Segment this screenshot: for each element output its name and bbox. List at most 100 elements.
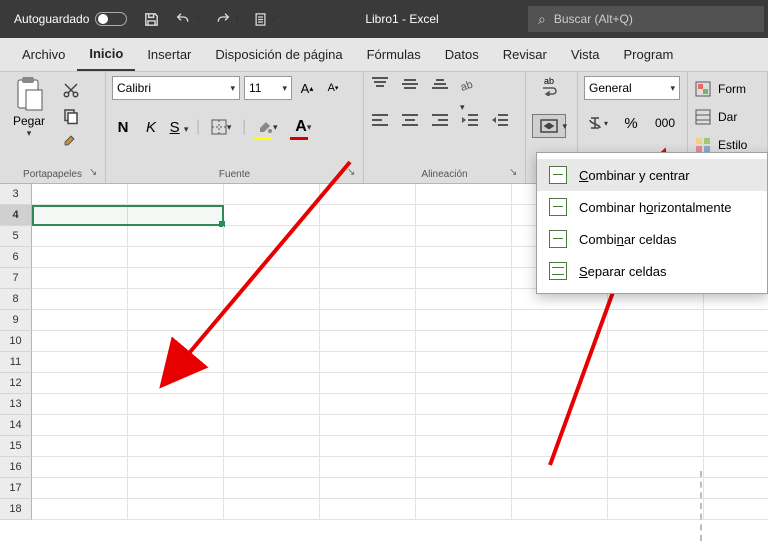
align-bottom-icon[interactable] <box>430 76 454 96</box>
cell[interactable] <box>320 289 416 310</box>
cell[interactable] <box>224 352 320 373</box>
cell[interactable] <box>704 436 768 457</box>
cell[interactable] <box>128 184 224 205</box>
cell[interactable] <box>416 415 512 436</box>
merge-center-button[interactable]: ▾ <box>532 114 566 138</box>
cell[interactable] <box>320 331 416 352</box>
tab-programador[interactable]: Program <box>612 38 686 71</box>
cell[interactable] <box>128 373 224 394</box>
cell[interactable] <box>224 457 320 478</box>
cell[interactable] <box>416 499 512 520</box>
cell[interactable] <box>128 310 224 331</box>
cell[interactable] <box>608 331 704 352</box>
cell[interactable] <box>512 499 608 520</box>
row-header[interactable]: 15 <box>0 436 32 457</box>
cell[interactable] <box>416 373 512 394</box>
cell[interactable] <box>704 331 768 352</box>
menu-combinar-celdas[interactable]: Combinar celdas <box>537 223 767 255</box>
cell[interactable] <box>320 184 416 205</box>
cell[interactable] <box>512 457 608 478</box>
cell[interactable] <box>320 268 416 289</box>
tab-inicio[interactable]: Inicio <box>77 38 135 71</box>
cell[interactable] <box>224 415 320 436</box>
tab-datos[interactable]: Datos <box>433 38 491 71</box>
cell[interactable] <box>608 352 704 373</box>
cell[interactable] <box>32 268 128 289</box>
calc-icon[interactable]: ▾ <box>253 11 276 28</box>
paste-dropdown-arrow[interactable]: ▾ <box>27 128 32 139</box>
cell[interactable] <box>320 436 416 457</box>
cell[interactable] <box>224 184 320 205</box>
cell[interactable] <box>224 205 320 226</box>
format-table-button[interactable]: Dar <box>694 104 737 130</box>
cell[interactable] <box>512 373 608 394</box>
cell[interactable] <box>32 499 128 520</box>
increase-font-icon[interactable]: A▴ <box>296 77 318 99</box>
cell[interactable] <box>128 436 224 457</box>
row-header[interactable]: 3 <box>0 184 32 205</box>
cell[interactable] <box>128 247 224 268</box>
cell[interactable] <box>416 247 512 268</box>
cell[interactable] <box>416 205 512 226</box>
cell[interactable] <box>608 436 704 457</box>
cell[interactable] <box>32 373 128 394</box>
cell[interactable] <box>224 268 320 289</box>
cell[interactable] <box>320 310 416 331</box>
menu-combinar-centrar[interactable]: Combinar y centrar <box>537 159 767 191</box>
cut-icon[interactable] <box>61 80 81 100</box>
cell[interactable] <box>416 478 512 499</box>
row-header[interactable]: 10 <box>0 331 32 352</box>
cell[interactable] <box>128 226 224 247</box>
tab-vista[interactable]: Vista <box>559 38 612 71</box>
decrease-indent-icon[interactable] <box>460 112 484 132</box>
alineacion-launcher[interactable]: ↘ <box>509 167 521 179</box>
currency-button[interactable]: ▾ <box>584 112 610 134</box>
fuente-launcher[interactable]: ↘ <box>347 167 359 179</box>
row-header[interactable]: 14 <box>0 415 32 436</box>
selected-cell[interactable] <box>32 205 224 226</box>
cell[interactable] <box>416 394 512 415</box>
tab-formulas[interactable]: Fórmulas <box>355 38 433 71</box>
row-header[interactable]: 6 <box>0 247 32 268</box>
cell[interactable] <box>128 478 224 499</box>
cell[interactable] <box>512 331 608 352</box>
row-header[interactable]: 11 <box>0 352 32 373</box>
cell[interactable] <box>416 184 512 205</box>
cell[interactable] <box>704 457 768 478</box>
cell[interactable] <box>224 310 320 331</box>
portapapeles-launcher[interactable]: ↘ <box>89 167 101 179</box>
wrap-text-button[interactable]: ab <box>535 74 563 100</box>
cell[interactable] <box>704 499 768 520</box>
italic-button[interactable]: K <box>140 119 162 136</box>
row-header[interactable]: 17 <box>0 478 32 499</box>
cell[interactable] <box>128 457 224 478</box>
cell[interactable] <box>32 289 128 310</box>
cell[interactable] <box>416 268 512 289</box>
cell[interactable] <box>416 352 512 373</box>
cell[interactable] <box>224 394 320 415</box>
cell[interactable] <box>704 373 768 394</box>
align-center-icon[interactable] <box>400 112 424 132</box>
cell[interactable] <box>320 226 416 247</box>
fill-color-button[interactable]: ▾ <box>252 116 282 138</box>
tab-revisar[interactable]: Revisar <box>491 38 559 71</box>
cell[interactable] <box>224 247 320 268</box>
cell[interactable] <box>608 457 704 478</box>
row-header[interactable]: 7 <box>0 268 32 289</box>
orientation-button[interactable]: ab▾ <box>460 76 484 96</box>
cell[interactable] <box>32 436 128 457</box>
cell[interactable] <box>608 373 704 394</box>
cell[interactable] <box>32 226 128 247</box>
save-icon[interactable] <box>143 11 160 28</box>
cell[interactable] <box>512 415 608 436</box>
search-box[interactable]: ⌕ Buscar (Alt+Q) <box>528 6 764 32</box>
cell[interactable] <box>320 415 416 436</box>
cell[interactable] <box>32 394 128 415</box>
cell[interactable] <box>704 394 768 415</box>
cell[interactable] <box>320 205 416 226</box>
cell[interactable] <box>416 310 512 331</box>
row-header[interactable]: 4 <box>0 205 32 226</box>
cell[interactable] <box>512 436 608 457</box>
cell[interactable] <box>320 352 416 373</box>
row-header[interactable]: 16 <box>0 457 32 478</box>
